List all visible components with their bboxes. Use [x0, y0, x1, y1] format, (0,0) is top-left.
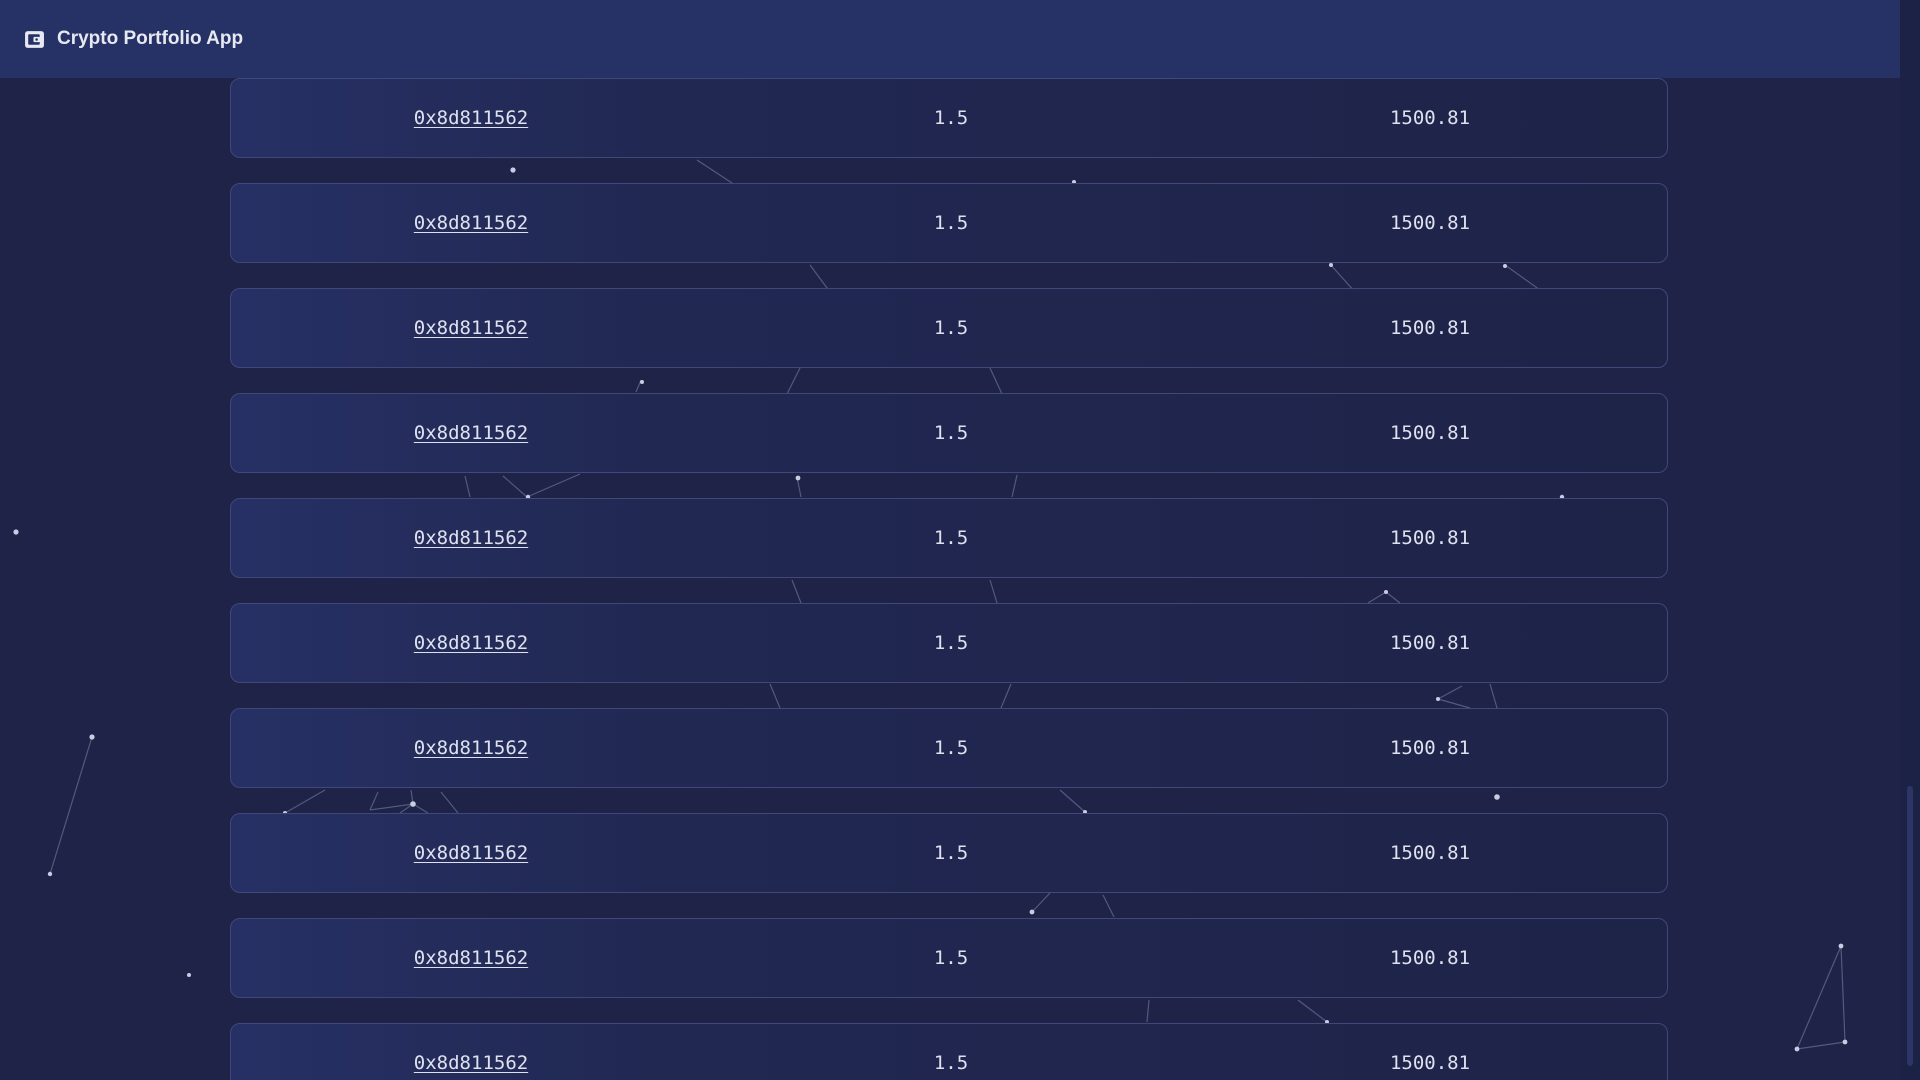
transaction-hash-link[interactable]: 0x8d811562	[414, 632, 528, 654]
transaction-row: 0x8d811562 1.5 1500.81	[230, 918, 1668, 998]
transaction-amount: 1.5	[933, 737, 969, 759]
transaction-hash-cell: 0x8d811562	[414, 394, 528, 472]
transaction-hash-link[interactable]: 0x8d811562	[414, 317, 528, 339]
transaction-amount: 1.5	[933, 317, 969, 339]
transaction-row: 0x8d811562 1.5 1500.81	[230, 603, 1668, 683]
transaction-value: 1500.81	[1389, 632, 1471, 654]
app-window: Crypto Portfolio App 0x8d811562 1.5 1500.8…	[0, 0, 1920, 1080]
transaction-row: 0x8d811562 1.5 1500.81	[230, 288, 1668, 368]
transaction-hash-link[interactable]: 0x8d811562	[414, 212, 528, 234]
scrollbar-thumb[interactable]	[1907, 786, 1913, 1066]
transaction-amount: 1.5	[933, 842, 969, 864]
transaction-amount: 1.5	[933, 1052, 969, 1074]
transaction-hash-link[interactable]: 0x8d811562	[414, 1052, 528, 1074]
transaction-value: 1500.81	[1389, 527, 1471, 549]
transaction-hash-link[interactable]: 0x8d811562	[414, 527, 528, 549]
transaction-row: 0x8d811562 1.5 1500.81	[230, 813, 1668, 893]
transaction-value: 1500.81	[1389, 737, 1471, 759]
transaction-hash-cell: 0x8d811562	[414, 814, 528, 892]
app-title: Crypto Portfolio App	[57, 28, 244, 49]
transaction-row: 0x8d811562 1.5 1500.81	[230, 78, 1668, 158]
wallet-icon	[25, 30, 44, 48]
transaction-row: 0x8d811562 1.5 1500.81	[230, 183, 1668, 263]
transaction-hash-cell: 0x8d811562	[414, 79, 528, 157]
transaction-amount: 1.5	[933, 947, 969, 969]
transaction-amount: 1.5	[933, 212, 969, 234]
transaction-value: 1500.81	[1389, 947, 1471, 969]
transaction-hash-link[interactable]: 0x8d811562	[414, 947, 528, 969]
app-brand[interactable]: Crypto Portfolio App	[24, 28, 243, 50]
transaction-row: 0x8d811562 1.5 1500.81	[230, 1023, 1668, 1080]
transaction-value: 1500.81	[1389, 422, 1471, 444]
transaction-hash-cell: 0x8d811562	[414, 499, 528, 577]
transaction-hash-link[interactable]: 0x8d811562	[414, 737, 528, 759]
app-header: Crypto Portfolio App	[0, 0, 1900, 78]
transaction-value: 1500.81	[1389, 1052, 1471, 1074]
transaction-amount: 1.5	[933, 527, 969, 549]
transaction-hash-cell: 0x8d811562	[414, 289, 528, 367]
transaction-row: 0x8d811562 1.5 1500.81	[230, 708, 1668, 788]
transaction-row: 0x8d811562 1.5 1500.81	[230, 498, 1668, 578]
transaction-hash-cell: 0x8d811562	[414, 709, 528, 787]
transaction-value: 1500.81	[1389, 212, 1471, 234]
scrollbar[interactable]	[1900, 0, 1920, 1080]
transaction-hash-cell: 0x8d811562	[414, 604, 528, 682]
transaction-hash-cell: 0x8d811562	[414, 1024, 528, 1080]
transaction-value: 1500.81	[1389, 107, 1471, 129]
transaction-hash-link[interactable]: 0x8d811562	[414, 422, 528, 444]
transaction-hash-cell: 0x8d811562	[414, 919, 528, 997]
transaction-row: 0x8d811562 1.5 1500.81	[230, 393, 1668, 473]
transaction-value: 1500.81	[1389, 842, 1471, 864]
transaction-hash-cell: 0x8d811562	[414, 184, 528, 262]
transaction-value: 1500.81	[1389, 317, 1471, 339]
transaction-hash-link[interactable]: 0x8d811562	[414, 107, 528, 129]
transaction-amount: 1.5	[933, 107, 969, 129]
transaction-amount: 1.5	[933, 422, 969, 444]
transaction-amount: 1.5	[933, 632, 969, 654]
transaction-hash-link[interactable]: 0x8d811562	[414, 842, 528, 864]
